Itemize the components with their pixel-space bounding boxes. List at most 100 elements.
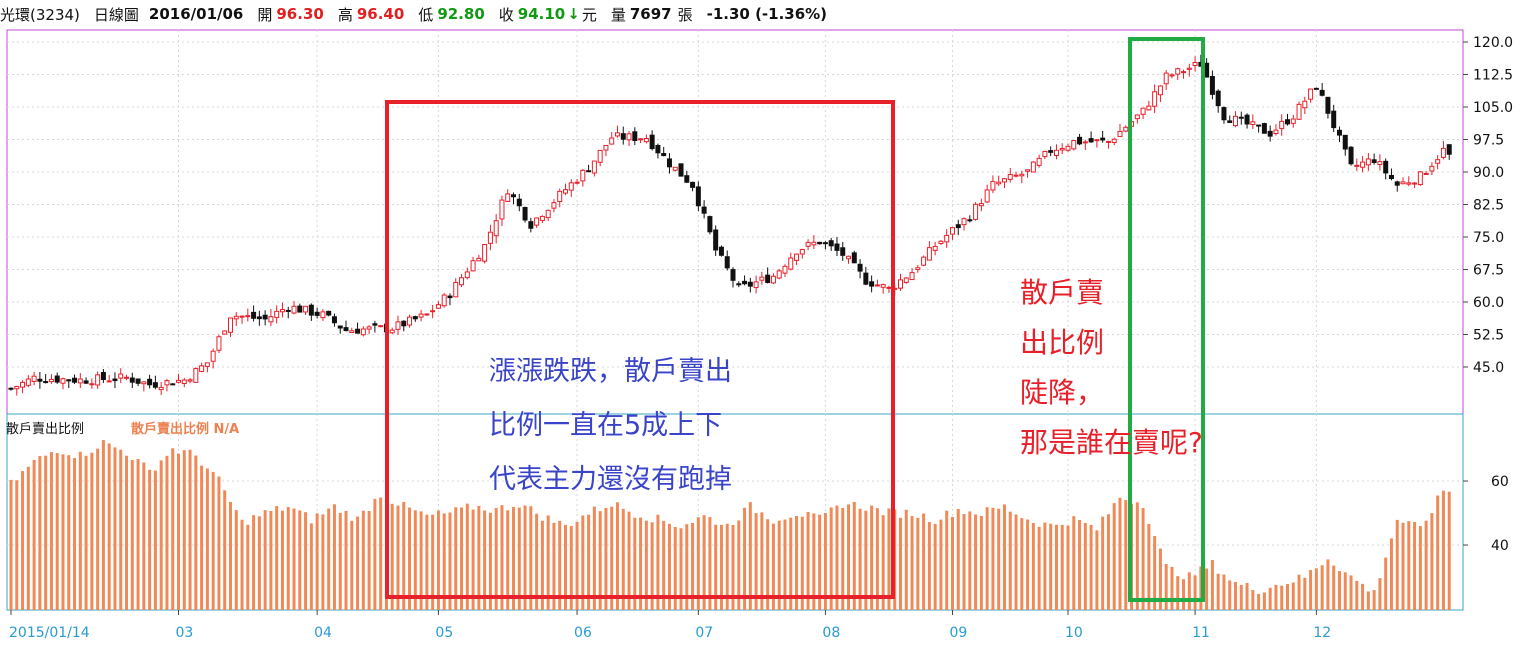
ratio-bar [887,508,891,610]
ratio-bar [1112,503,1116,610]
ratio-bar [471,509,475,610]
candle-body [77,378,83,384]
candle-body [1036,157,1042,166]
ratio-bar [1326,559,1330,610]
candle-body [1152,91,1158,107]
ratio-bar [829,507,833,610]
ratio-bar [985,507,989,610]
candle-body [655,144,661,154]
candle-body [106,380,112,383]
ratio-bar [615,502,619,610]
ratio-bar [465,503,469,610]
candle-body [1256,124,1262,127]
ratio-bar [356,516,360,610]
candle-body [424,313,430,316]
ratio-bar [1234,581,1238,610]
candle-body [511,194,517,198]
ratio-bar [228,501,232,610]
candle-body [100,372,106,380]
candle-body [95,374,101,386]
ratio-bar [1216,573,1220,610]
ratio-bar [1314,568,1318,610]
ratio-bar [1182,579,1186,610]
ratio-bar [1026,519,1030,610]
candle-body [545,209,551,219]
candle-body [753,281,759,289]
candle-body [1412,182,1418,185]
candle-body [1273,129,1279,135]
ratio-bar [1089,524,1093,610]
candle-body [944,234,950,243]
ratio-bar [835,505,839,610]
candle-body [239,315,245,318]
candle-body [528,221,534,229]
candle-body [788,257,794,270]
ratio-bar [96,448,100,610]
ratio-bar [1049,523,1053,610]
candle-body [54,375,60,383]
candle-body [1186,67,1192,70]
candle-body [638,138,644,141]
candle-body [245,315,251,318]
ratio-bar [26,466,30,610]
candle-body [297,305,303,313]
ratio-bar [148,469,152,610]
price-tick-label: 60.0 [1473,295,1504,311]
candle-body [973,203,979,220]
ratio-bar [847,504,851,610]
ratio-bar [344,510,348,610]
x-tick-label: 04 [314,625,332,641]
ratio-bar [1309,570,1313,610]
candle-body [499,199,505,220]
candle-body [574,181,580,184]
candle-body [389,329,395,334]
candle-body [320,311,326,319]
candle-body [331,316,337,324]
ratio-bar [136,459,140,610]
ratio-bar [500,505,504,610]
ratio-bar [1285,583,1289,610]
ratio-bar [223,490,227,610]
candle-body [360,328,366,336]
candle-body [1117,130,1123,137]
candle-body [147,378,153,386]
candle-body [1284,119,1290,125]
candle-body [932,245,938,251]
price-tick-label: 120.0 [1473,35,1513,51]
ratio-bar [610,506,614,610]
ratio-bar [1355,580,1359,610]
candle-body [1192,61,1198,67]
candle-body [1336,129,1342,136]
candle-body [724,256,730,269]
ratio-bar [1436,495,1440,610]
candle-body [1313,87,1319,90]
ratio-bar [962,513,966,610]
ratio-bar [1447,491,1451,610]
ratio-bar [1389,538,1393,610]
candle-body [476,257,482,262]
candle-body [1163,72,1169,85]
x-tick-label: 2015/01/14 [9,625,90,641]
ratio-bar [1083,522,1087,610]
ratio-bar [292,508,296,610]
candle-body [1279,120,1285,129]
candle-body [742,280,748,285]
ratio-bar [205,468,209,610]
candle-body [1042,150,1048,158]
ratio-bar [1066,525,1070,610]
candle-body [684,175,690,183]
x-tick-label: 12 [1313,625,1331,641]
candle-body [1388,174,1394,179]
candle-body [695,186,701,207]
ratio-bar [1106,514,1110,610]
candle-body [990,181,996,191]
candle-body [251,311,257,319]
candle-body [366,326,372,330]
candle-body [846,255,852,260]
candle-body [1077,136,1083,145]
candle-body [1001,178,1007,183]
ratio-bar [916,517,920,610]
price-tick-label: 52.5 [1473,328,1504,344]
candle-body [1094,139,1100,142]
ratio-bar [1118,497,1122,610]
